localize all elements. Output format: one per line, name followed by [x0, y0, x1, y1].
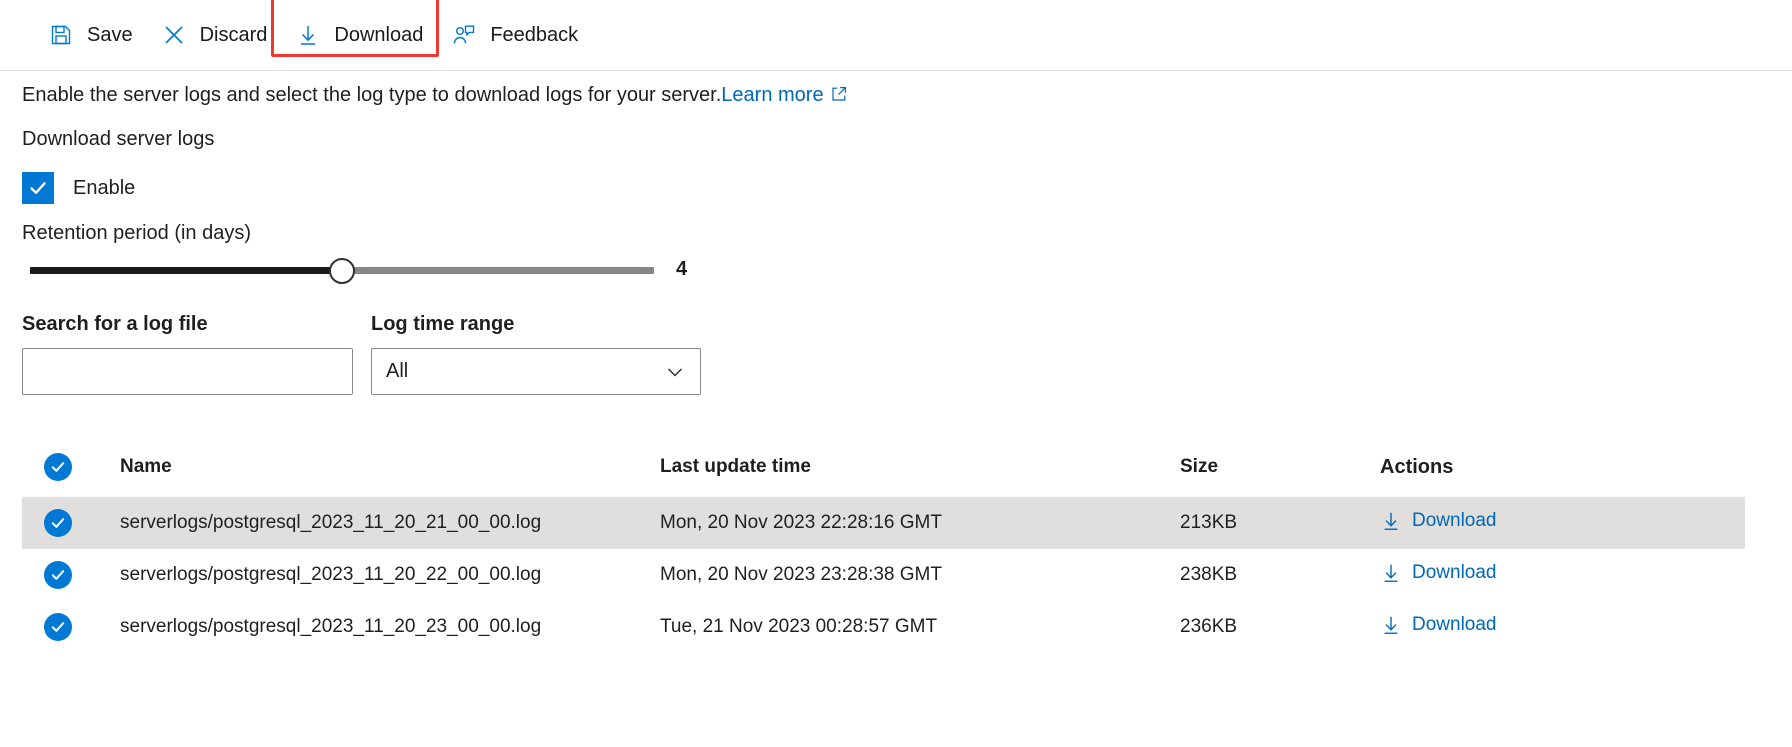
- download-icon: [1380, 510, 1402, 532]
- slider-fill: [30, 267, 342, 274]
- download-button-label: Download: [334, 24, 424, 46]
- row-download-label: Download: [1412, 561, 1497, 583]
- discard-icon: [161, 22, 187, 48]
- table-row[interactable]: serverlogs/postgresql_2023_11_20_22_00_0…: [22, 549, 1745, 601]
- row-name: serverlogs/postgresql_2023_11_20_22_00_0…: [120, 564, 542, 585]
- column-header-last-update-time[interactable]: Last update time: [660, 456, 1180, 478]
- row-download-link[interactable]: Download: [1380, 562, 1497, 584]
- log-time-range-dropdown[interactable]: All: [371, 348, 701, 395]
- download-button-wrapper: Download: [271, 0, 440, 58]
- row-select-cell: [22, 613, 100, 641]
- row-actions: Download: [1380, 510, 1710, 537]
- save-button[interactable]: Save: [34, 12, 147, 58]
- enable-checkbox[interactable]: [22, 172, 54, 204]
- table-row[interactable]: serverlogs/postgresql_2023_11_20_23_00_0…: [22, 601, 1745, 653]
- slider-thumb[interactable]: [329, 258, 355, 284]
- column-header-actions: Actions: [1380, 455, 1454, 478]
- row-size: 213KB: [1180, 512, 1238, 533]
- learn-more-link[interactable]: Learn more: [721, 84, 846, 106]
- discard-button[interactable]: Discard: [147, 12, 282, 58]
- row-download-label: Download: [1412, 613, 1497, 635]
- download-button[interactable]: Download: [281, 12, 437, 58]
- row-download-label: Download: [1412, 509, 1497, 531]
- section-title: Download server logs: [22, 128, 215, 150]
- server-logs-page: Save Discard Download Feedback Enable th…: [0, 0, 1792, 747]
- select-all-cell: [22, 453, 100, 481]
- column-header-size[interactable]: Size: [1180, 456, 1380, 478]
- select-all-checkbox[interactable]: [44, 453, 72, 481]
- feedback-button[interactable]: Feedback: [437, 12, 592, 58]
- table-header-row: Name Last update time Size Actions: [22, 437, 1745, 497]
- row-download-link[interactable]: Download: [1380, 614, 1497, 636]
- discard-button-label: Discard: [199, 24, 268, 46]
- download-icon: [1380, 562, 1402, 584]
- row-last-update-time: Mon, 20 Nov 2023 22:28:16 GMT: [660, 512, 942, 533]
- external-link-icon: [831, 83, 847, 109]
- row-checkbox[interactable]: [44, 509, 72, 537]
- chevron-down-icon: [664, 361, 686, 383]
- time-range-field-label: Log time range: [371, 313, 515, 335]
- enable-checkbox-label: Enable: [73, 176, 136, 199]
- row-actions: Download: [1380, 562, 1710, 589]
- learn-more-label: Learn more: [721, 84, 824, 106]
- feedback-button-label: Feedback: [490, 24, 579, 46]
- row-actions: Download: [1380, 614, 1710, 641]
- table-row[interactable]: serverlogs/postgresql_2023_11_20_21_00_0…: [22, 497, 1745, 549]
- command-toolbar: Save Discard Download Feedback: [0, 0, 1792, 71]
- row-select-cell: [22, 561, 100, 589]
- column-header-name[interactable]: Name: [100, 456, 660, 478]
- row-name: serverlogs/postgresql_2023_11_20_23_00_0…: [120, 616, 542, 637]
- feedback-icon: [451, 22, 477, 48]
- row-size: 238KB: [1180, 564, 1238, 585]
- row-size: 236KB: [1180, 616, 1238, 637]
- description-text: Enable the server logs and select the lo…: [22, 82, 847, 109]
- enable-checkbox-row[interactable]: Enable: [22, 172, 135, 204]
- search-field-label: Search for a log file: [22, 313, 208, 335]
- row-last-update-time: Mon, 20 Nov 2023 23:28:38 GMT: [660, 564, 942, 585]
- save-button-label: Save: [87, 24, 133, 46]
- retention-slider[interactable]: [30, 258, 654, 284]
- save-icon: [48, 22, 74, 48]
- log-files-table: Name Last update time Size Actions serve…: [22, 437, 1774, 653]
- retention-slider-label: Retention period (in days): [22, 222, 252, 244]
- row-checkbox[interactable]: [44, 561, 72, 589]
- description-sentence: Enable the server logs and select the lo…: [22, 84, 722, 106]
- row-last-update-time: Tue, 21 Nov 2023 00:28:57 GMT: [660, 616, 938, 637]
- log-time-range-value: All: [386, 360, 409, 382]
- row-download-link[interactable]: Download: [1380, 510, 1497, 532]
- row-select-cell: [22, 509, 100, 537]
- download-icon: [1380, 614, 1402, 636]
- retention-slider-value: 4: [676, 258, 688, 280]
- row-name: serverlogs/postgresql_2023_11_20_21_00_0…: [120, 512, 542, 533]
- row-checkbox[interactable]: [44, 613, 72, 641]
- search-input[interactable]: [22, 348, 353, 395]
- download-icon: [295, 22, 321, 48]
